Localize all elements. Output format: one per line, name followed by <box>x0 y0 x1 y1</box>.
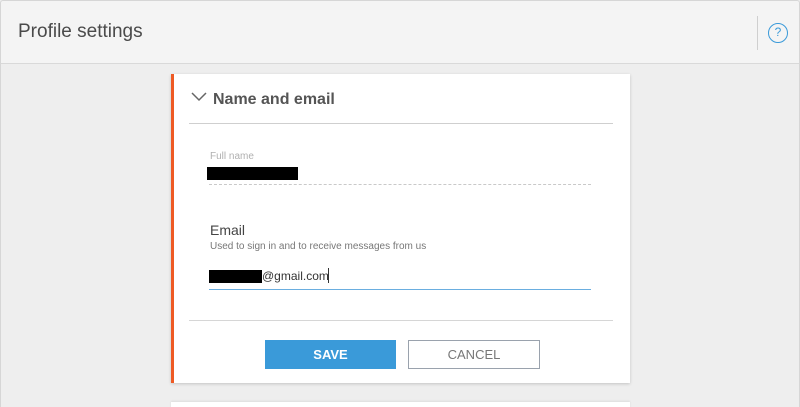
card-header-toggle[interactable]: Name and email <box>174 74 630 124</box>
card-footer-divider <box>189 320 613 321</box>
text-caret <box>328 268 329 283</box>
page-header: Profile settings ? <box>0 0 800 64</box>
email-help-text: Used to sign in and to receive messages … <box>210 241 427 252</box>
help-icon[interactable]: ? <box>768 23 788 43</box>
page-title: Profile settings <box>18 21 143 42</box>
chevron-down-icon <box>191 92 207 102</box>
next-card-edge <box>171 402 630 407</box>
email-value: @gmail.com <box>262 269 329 283</box>
email-value-redacted <box>209 270 262 283</box>
email-field[interactable]: @gmail.com <box>209 264 591 290</box>
email-label: Email <box>210 222 246 238</box>
card-title: Name and email <box>213 91 335 108</box>
full-name-label: Full name <box>210 151 254 162</box>
card-divider <box>189 123 613 124</box>
header-divider <box>757 16 758 50</box>
cancel-button[interactable]: CANCEL <box>408 340 540 369</box>
full-name-value-redacted[interactable] <box>207 167 298 180</box>
save-button[interactable]: SAVE <box>265 340 396 369</box>
full-name-field-underline <box>209 184 591 185</box>
name-and-email-card: Name and email Full name Email Used to s… <box>171 74 630 383</box>
